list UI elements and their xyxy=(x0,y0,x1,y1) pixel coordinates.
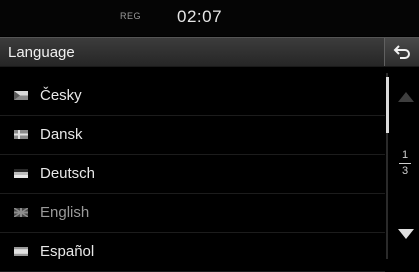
header-bar: Language xyxy=(0,37,419,67)
language-list: Česky Dansk Deutsch English Español xyxy=(0,77,385,272)
status-bar: REG 02:07 xyxy=(0,0,419,36)
language-label: Deutsch xyxy=(40,165,96,182)
language-label: Dansk xyxy=(40,126,83,143)
flag-germany-icon xyxy=(14,169,28,178)
page-current: 1 xyxy=(401,149,409,161)
scroll-up-icon[interactable] xyxy=(398,92,414,102)
page-total: 3 xyxy=(401,165,409,177)
list-item[interactable]: Español xyxy=(0,233,385,272)
list-item[interactable]: Česky xyxy=(0,77,385,116)
clock: 02:07 xyxy=(177,7,223,26)
back-arrow-icon xyxy=(393,45,410,59)
language-label: Česky xyxy=(40,87,82,104)
list-item[interactable]: Dansk xyxy=(0,116,385,155)
page-divider xyxy=(399,163,411,164)
language-label: Español xyxy=(40,243,95,260)
list-item[interactable]: English xyxy=(0,194,385,233)
back-button[interactable] xyxy=(384,38,419,66)
flag-uk-icon xyxy=(14,208,28,217)
flag-spain-icon xyxy=(14,247,28,256)
signal-label: REG xyxy=(120,11,142,21)
list-item[interactable]: Deutsch xyxy=(0,155,385,194)
flag-czech-icon xyxy=(14,91,28,100)
language-label: English xyxy=(40,204,90,221)
flag-denmark-icon xyxy=(14,130,28,139)
scroll-down-icon[interactable] xyxy=(398,229,414,239)
scrollbar-thumb[interactable] xyxy=(386,77,389,133)
page-title: Language xyxy=(8,44,75,61)
page-indicator: 1 3 xyxy=(399,150,411,177)
